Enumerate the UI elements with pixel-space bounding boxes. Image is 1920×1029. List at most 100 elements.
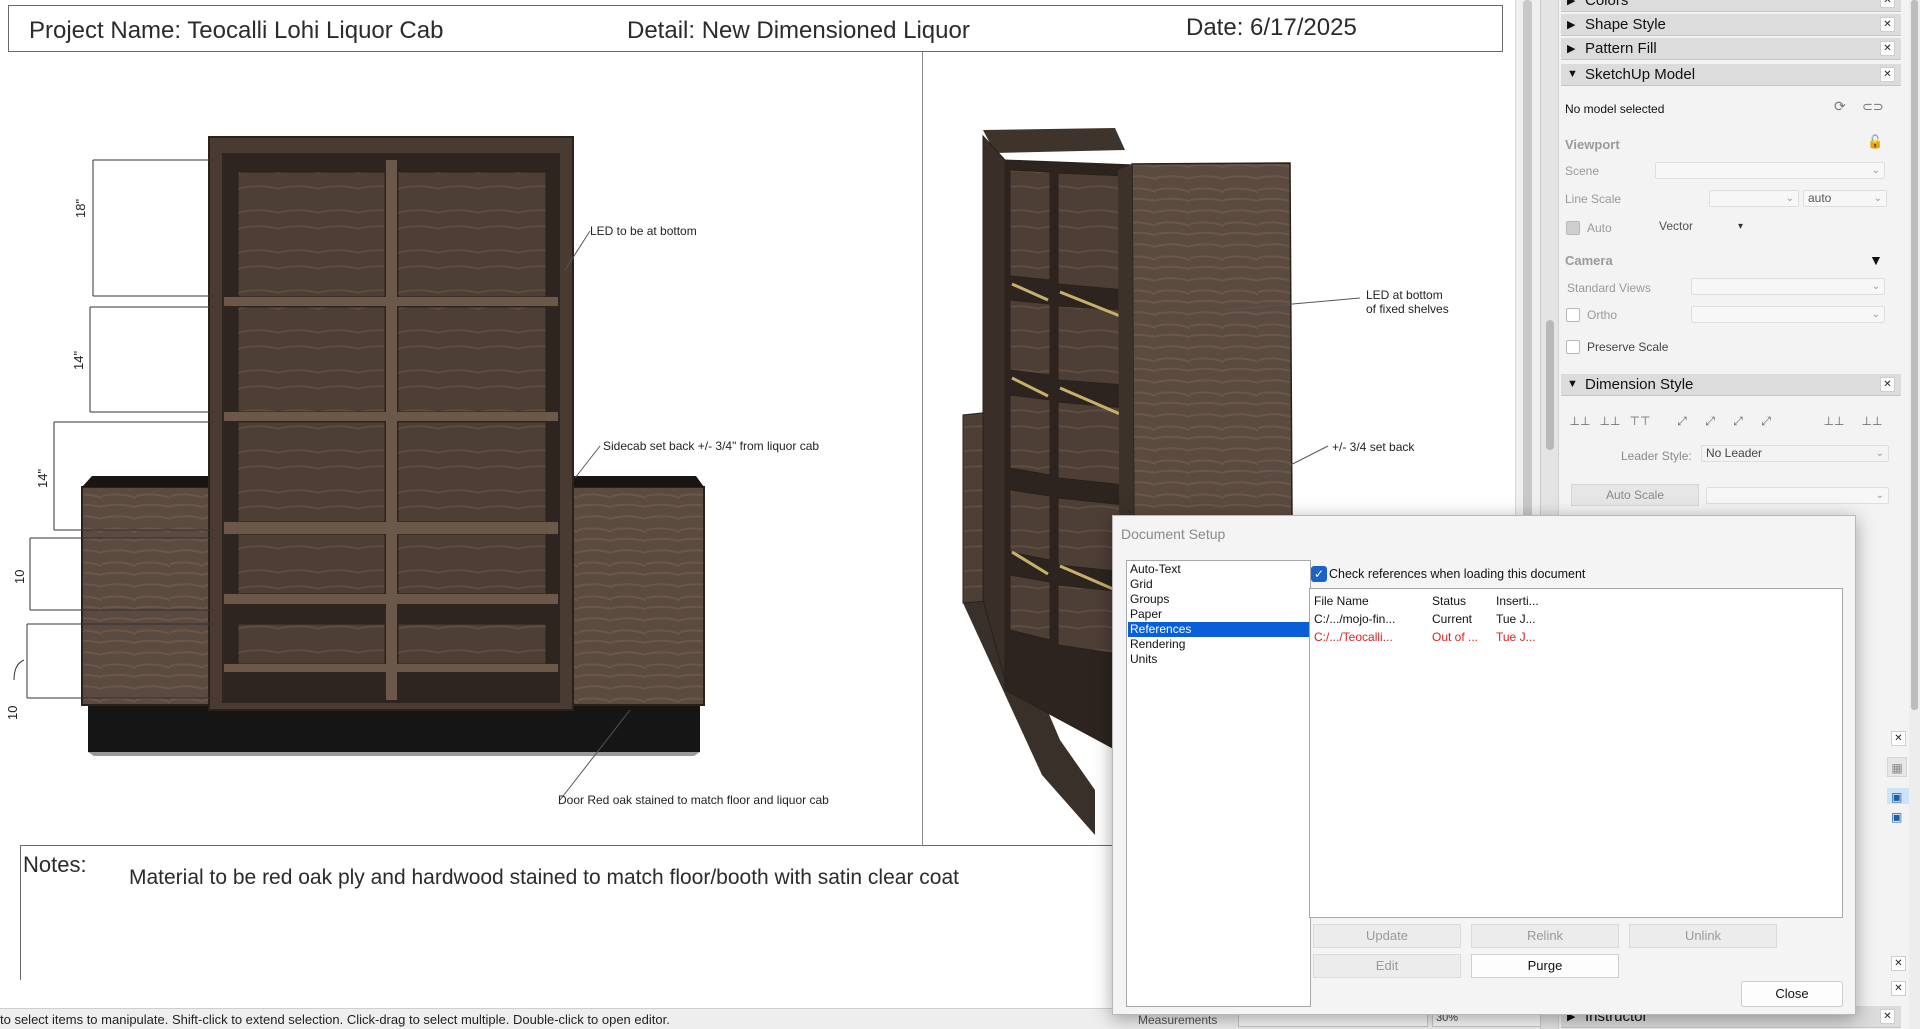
close-icon[interactable]: ✕	[1880, 41, 1895, 56]
category-grid[interactable]: Grid	[1128, 577, 1309, 592]
dimension-label: 18"	[73, 198, 88, 218]
standard-views-select[interactable]: ⌄	[1691, 278, 1885, 295]
close-icon[interactable]: ✕	[1891, 731, 1906, 746]
status-message: to select items to manipulate. Shift-cli…	[0, 1012, 670, 1027]
link-icon[interactable]: ⊂⊃	[1862, 99, 1884, 115]
view-divider	[922, 52, 923, 845]
title-block: Project Name: Teocalli Lohi Liquor Cab D…	[8, 5, 1503, 52]
auto-scale-button[interactable]: Auto Scale	[1571, 484, 1699, 506]
category-rendering[interactable]: Rendering	[1128, 637, 1309, 652]
dim-units-icon[interactable]: ⊥⊥	[1859, 410, 1885, 432]
unlink-button[interactable]: Unlink	[1629, 924, 1777, 948]
render-mode-select[interactable]: Vector ▾	[1655, 219, 1747, 236]
chevron-down-icon: ⌄	[1785, 193, 1794, 204]
close-icon[interactable]: ✕	[1891, 981, 1906, 996]
dim-align-icon[interactable]: ⤢	[1697, 410, 1723, 432]
row-status: Current	[1432, 612, 1473, 626]
leader-style-label: Leader Style:	[1621, 449, 1692, 463]
dim-text-above-icon[interactable]: ⊥⊥	[1567, 410, 1593, 432]
dim-align-icon[interactable]: ⤢	[1669, 410, 1695, 432]
chevron-down-icon: ⌄	[1871, 165, 1880, 176]
panel-sketchup-model[interactable]: ▼ SketchUp Model ✕	[1561, 64, 1901, 86]
collapse-triangle-icon[interactable]: ▼	[1869, 252, 1883, 268]
references-table[interactable]: File Name Status Inserti... C:/.../mojo-…	[1309, 588, 1843, 918]
line-scale-mode-select[interactable]: auto ⌄	[1803, 190, 1887, 207]
tray-scroll-thumb[interactable]	[1546, 320, 1554, 450]
dimension-label: 14"	[35, 468, 50, 488]
dim-align-icon[interactable]: ⤢	[1753, 410, 1779, 432]
model-status: No model selected	[1565, 102, 1665, 116]
detail-title: Detail: New Dimensioned Liquor	[627, 17, 970, 44]
scene-select[interactable]: ⌄	[1655, 162, 1885, 179]
grid-view-icon[interactable]: ▦	[1887, 757, 1907, 777]
panel-shape-style-label: Shape Style	[1585, 16, 1666, 33]
leader-style-select[interactable]: No Leader ⌄	[1701, 445, 1889, 462]
category-groups[interactable]: Groups	[1128, 592, 1309, 607]
notes-text: Material to be red oak ply and hardwood …	[129, 866, 959, 889]
ortho-select[interactable]: ⌄	[1691, 306, 1885, 323]
dimension-label: 10	[5, 705, 20, 720]
row-inserted: Tue J...	[1496, 612, 1536, 626]
relink-button[interactable]: Relink	[1471, 924, 1619, 948]
tray-scrollbar-thumb[interactable]	[1911, 0, 1918, 710]
category-list[interactable]: Auto-Text Grid Groups Paper References R…	[1126, 560, 1311, 1007]
panel-shape-style[interactable]: ▶ Shape Style ✕	[1561, 14, 1901, 36]
column-header-inserted[interactable]: Inserti...	[1496, 594, 1539, 608]
line-scale-select[interactable]: ⌄	[1709, 190, 1799, 207]
close-icon[interactable]: ✕	[1891, 956, 1906, 971]
close-icon[interactable]: ✕	[1880, 0, 1895, 8]
dim-units-icon[interactable]: ⊥⊥	[1821, 410, 1847, 432]
category-auto-text[interactable]: Auto-Text	[1128, 562, 1309, 577]
project-name: Project Name: Teocalli Lohi Liquor Cab	[29, 17, 444, 44]
camera-section: Camera	[1565, 253, 1613, 268]
column-header-status[interactable]: Status	[1432, 594, 1466, 608]
monitor-icon[interactable]: ▣	[1887, 788, 1909, 804]
render-mode-value: Vector	[1659, 219, 1694, 233]
preserve-scale-label: Preserve Scale	[1587, 340, 1669, 354]
update-button[interactable]: Update	[1313, 924, 1461, 948]
close-icon[interactable]: ✕	[1880, 17, 1895, 32]
preserve-scale-checkbox[interactable]	[1566, 340, 1580, 354]
close-icon[interactable]: ✕	[1880, 67, 1895, 82]
auto-label: Auto	[1587, 221, 1612, 235]
row-file-name: C:/.../mojo-fin...	[1314, 612, 1396, 626]
monitor-icon[interactable]: ▣	[1887, 808, 1909, 824]
tray-scrollbar[interactable]	[1909, 0, 1920, 1029]
category-units[interactable]: Units	[1128, 652, 1309, 667]
lock-icon[interactable]: 🔓	[1867, 134, 1883, 150]
dim-text-below-icon[interactable]: ⊤⊤	[1627, 410, 1653, 432]
dimension-label: 10	[12, 569, 27, 584]
auto-checkbox[interactable]	[1566, 221, 1580, 235]
purge-button[interactable]: Purge	[1471, 954, 1619, 978]
scene-label: Scene	[1565, 164, 1600, 178]
edit-button[interactable]: Edit	[1313, 954, 1461, 978]
door-annotation: Door Red oak stained to match floor and …	[558, 793, 829, 807]
iso-setback-annotation: +/- 3/4 set back	[1332, 440, 1415, 454]
panel-dimension-style[interactable]: ▼ Dimension Style ✕	[1561, 374, 1901, 396]
expand-triangle-icon: ▶	[1567, 0, 1576, 7]
dim-align-icon[interactable]: ⤢	[1725, 410, 1751, 432]
dialog-title: Document Setup	[1121, 526, 1226, 542]
chevron-down-icon: ⌄	[1875, 490, 1884, 501]
check-references-checkbox[interactable]: ✓	[1311, 566, 1327, 582]
category-references[interactable]: References	[1128, 622, 1309, 637]
close-button[interactable]: Close	[1741, 981, 1843, 1007]
leader-style-value: No Leader	[1706, 446, 1763, 460]
panel-pattern-fill[interactable]: ▶ Pattern Fill ✕	[1561, 38, 1901, 60]
column-header-file-name[interactable]: File Name	[1314, 594, 1369, 608]
category-paper[interactable]: Paper	[1128, 607, 1309, 622]
refresh-icon[interactable]: ⟳	[1834, 98, 1846, 115]
dim-text-center-icon[interactable]: ⊥⊥	[1597, 410, 1623, 432]
viewport-section: Viewport	[1565, 137, 1620, 152]
panel-colors[interactable]: ▶ Colors ✕	[1561, 0, 1901, 12]
close-icon[interactable]: ✕	[1880, 1009, 1895, 1024]
check-references-label: Check references when loading this docum…	[1329, 567, 1586, 581]
line-scale-label: Line Scale	[1565, 192, 1622, 206]
ortho-checkbox[interactable]	[1566, 308, 1580, 322]
close-icon[interactable]: ✕	[1880, 377, 1895, 392]
sidecab-annotation: Sidecab set back +/- 3/4" from liquor ca…	[603, 439, 820, 453]
standard-views-label: Standard Views	[1567, 281, 1651, 295]
auto-scale-select[interactable]: ⌄	[1706, 487, 1889, 504]
collapse-triangle-icon: ▼	[1567, 68, 1578, 80]
cabinet-plinth	[88, 705, 700, 752]
